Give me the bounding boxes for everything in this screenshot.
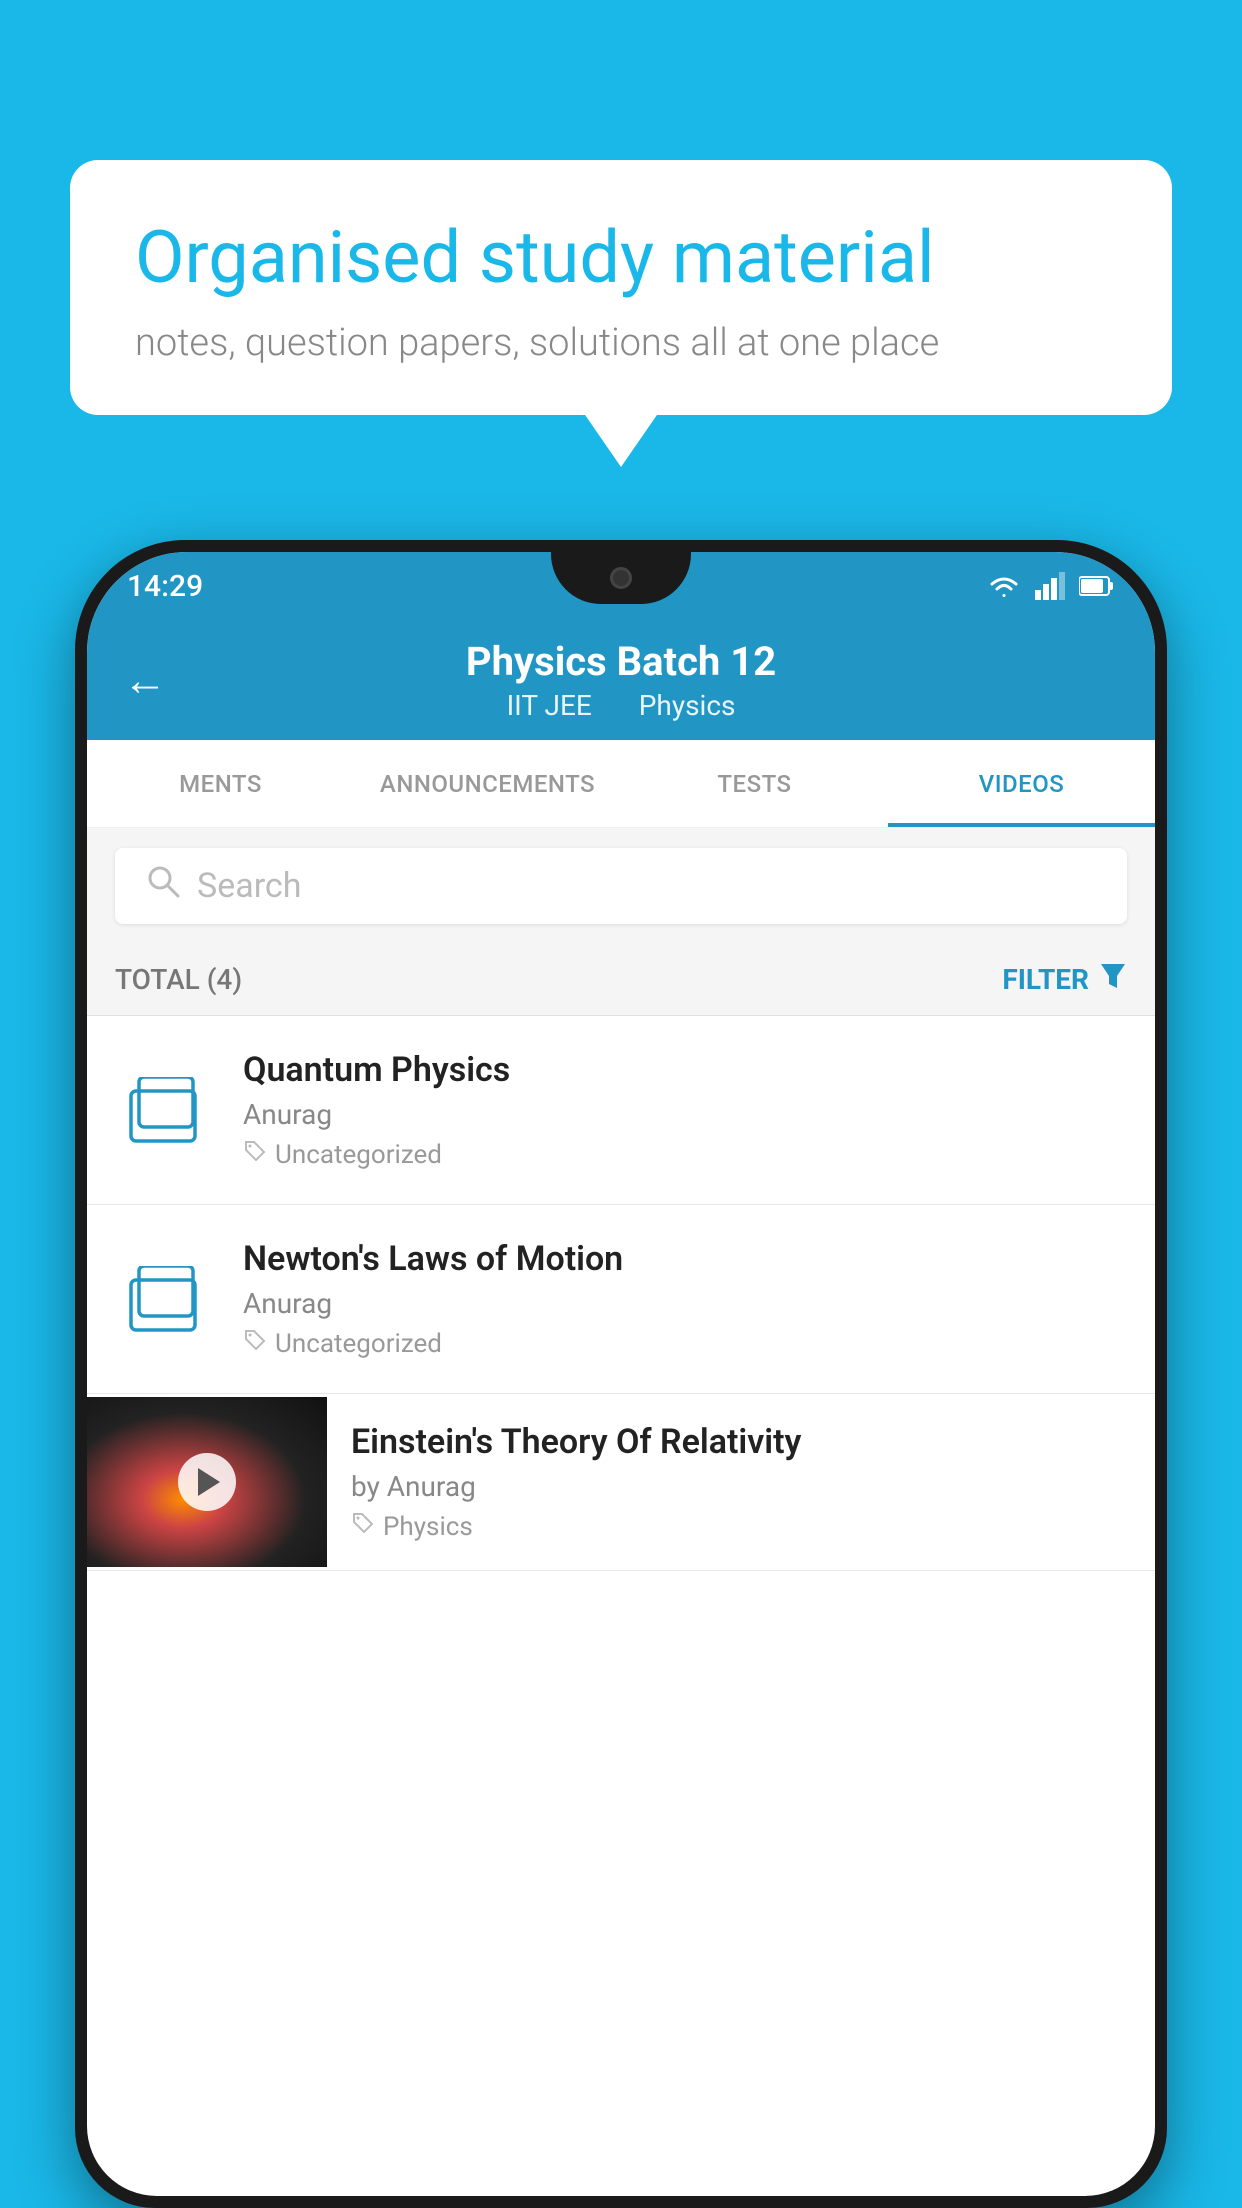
- video-title: Quantum Physics: [243, 1050, 1127, 1090]
- filter-button[interactable]: FILTER: [1002, 962, 1127, 997]
- total-label: TOTAL (4): [115, 963, 242, 996]
- tab-bar: MENTS ANNOUNCEMENTS TESTS VIDEOS: [87, 740, 1155, 828]
- video-tag: Uncategorized: [243, 1139, 1127, 1170]
- filter-bar: TOTAL (4) FILTER: [87, 944, 1155, 1016]
- search-container: Search: [87, 828, 1155, 944]
- bubble-title: Organised study material: [135, 215, 1107, 301]
- app-bar-subtitle: IIT JEE Physics: [497, 689, 746, 722]
- list-item[interactable]: Newton's Laws of Motion Anurag Uncategor…: [87, 1205, 1155, 1394]
- status-bar: 14:29: [87, 552, 1155, 620]
- back-button[interactable]: ←: [123, 654, 167, 706]
- app-bar-title: Physics Batch 12: [466, 638, 776, 685]
- status-icons: [987, 572, 1115, 600]
- speech-bubble: Organised study material notes, question…: [70, 160, 1172, 415]
- video-author: Anurag: [243, 1098, 1127, 1131]
- video-author: Anurag: [243, 1287, 1127, 1320]
- list-item[interactable]: Quantum Physics Anurag Uncategorized: [87, 1016, 1155, 1205]
- signal-icon: [1035, 572, 1065, 600]
- bubble-subtitle: notes, question papers, solutions all at…: [135, 321, 1107, 365]
- filter-label: FILTER: [1002, 963, 1089, 996]
- camera: [610, 567, 632, 589]
- video-tag: Physics: [351, 1511, 1131, 1542]
- video-title: Newton's Laws of Motion: [243, 1239, 1127, 1279]
- video-tag: Uncategorized: [243, 1328, 1127, 1359]
- video-author: by Anurag: [351, 1470, 1131, 1503]
- play-icon: [198, 1468, 220, 1496]
- battery-icon: [1079, 575, 1115, 597]
- status-time: 14:29: [127, 569, 203, 604]
- app-bar: ← Physics Batch 12 IIT JEE Physics: [87, 620, 1155, 740]
- tag-icon: [243, 1139, 267, 1170]
- phone-screen: 14:29: [87, 552, 1155, 2196]
- video-list: Quantum Physics Anurag Uncategorized: [87, 1016, 1155, 1571]
- video-info: Newton's Laws of Motion Anurag Uncategor…: [243, 1239, 1127, 1359]
- notch: [551, 552, 691, 604]
- list-item[interactable]: Einstein's Theory Of Relativity by Anura…: [87, 1394, 1155, 1571]
- tab-videos[interactable]: VIDEOS: [888, 740, 1155, 827]
- search-icon: [145, 863, 181, 909]
- subtitle-physics: Physics: [639, 689, 736, 722]
- video-icon-wrap: [115, 1266, 215, 1332]
- tag-icon: [243, 1328, 267, 1359]
- video-info: Quantum Physics Anurag Uncategorized: [243, 1050, 1127, 1170]
- video-icon-wrap: [115, 1077, 215, 1143]
- folder-icon: [129, 1266, 201, 1332]
- video-title: Einstein's Theory Of Relativity: [351, 1422, 1131, 1462]
- folder-icon: [129, 1077, 201, 1143]
- subtitle-iitjee: IIT JEE: [507, 689, 592, 722]
- play-button[interactable]: [178, 1453, 236, 1511]
- search-bar[interactable]: Search: [115, 848, 1127, 924]
- filter-funnel-icon: [1099, 962, 1127, 997]
- video-thumbnail: [87, 1397, 327, 1567]
- tag-icon: [351, 1511, 375, 1542]
- wifi-icon: [987, 572, 1021, 600]
- search-placeholder: Search: [197, 866, 301, 906]
- tab-announcements[interactable]: ANNOUNCEMENTS: [354, 740, 621, 827]
- phone-shell: 14:29: [75, 540, 1167, 2208]
- tab-ments[interactable]: MENTS: [87, 740, 354, 827]
- tab-tests[interactable]: TESTS: [621, 740, 888, 827]
- video-info: Einstein's Theory Of Relativity by Anura…: [327, 1394, 1155, 1570]
